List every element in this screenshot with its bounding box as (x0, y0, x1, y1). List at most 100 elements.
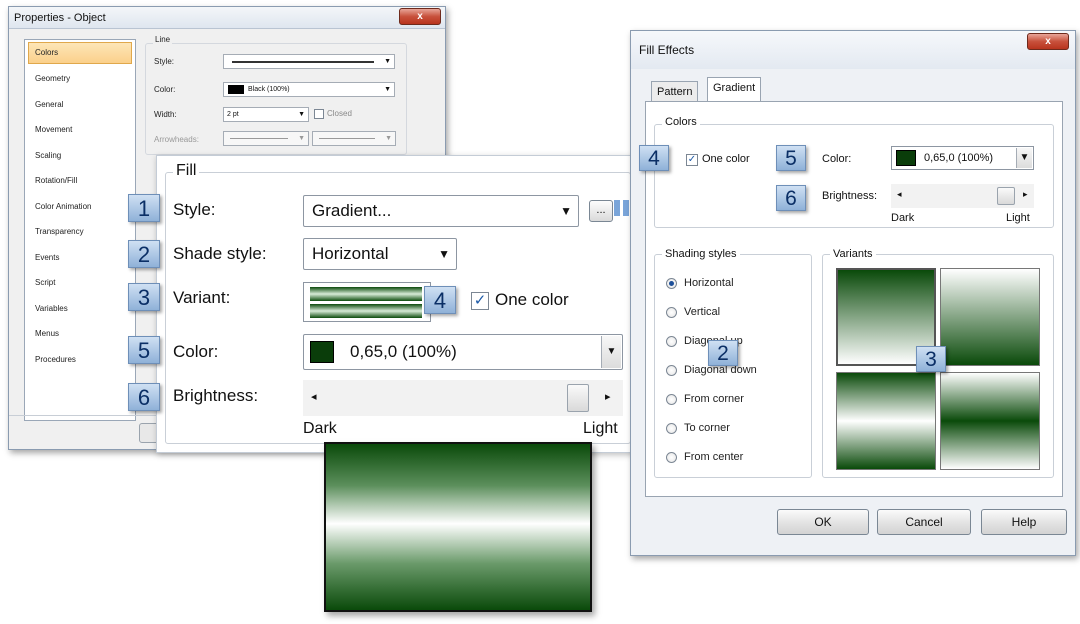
shading-radio-horizontal[interactable] (666, 278, 677, 289)
category-item[interactable]: Movement (25, 117, 135, 143)
category-item[interactable]: Rotation/Fill (25, 168, 135, 194)
line-width-value: 2 pt (227, 111, 239, 118)
shading-radio-to-corner[interactable] (666, 423, 677, 434)
closed-label: Closed (327, 109, 352, 118)
cancel-button[interactable]: Cancel (877, 509, 971, 535)
fill-style-label: Style: (173, 200, 216, 219)
fx-one-color-checkbox[interactable]: ✓ (686, 154, 698, 166)
fill-color-label: Color: (173, 342, 219, 361)
close-icon: x (1045, 36, 1051, 47)
line-color-select[interactable]: Black (100%) ▼ (223, 82, 395, 97)
shading-option: From corner (684, 393, 744, 405)
chevron-down-icon: ▼ (298, 135, 305, 142)
chevron-down-icon: ▼ (384, 58, 391, 65)
shading-radio-diagonal-up[interactable] (666, 336, 677, 347)
fill-color-value: 0,65,0 (100%) (350, 342, 457, 361)
closed-checkbox[interactable] (314, 109, 324, 119)
callout-badge-5: 5 (128, 336, 160, 364)
properties-titlebar: Properties - Object (9, 7, 445, 29)
shade-style-select[interactable]: Horizontal ▼ (303, 238, 457, 270)
variants-group-label: Variants (830, 248, 876, 260)
category-list: Colors Geometry General Movement Scaling… (24, 39, 136, 421)
fx-brightness-label: Brightness: (822, 190, 878, 202)
line-style-select[interactable]: ▼ (223, 54, 395, 69)
chevron-down-icon: ▼ (1016, 148, 1032, 168)
shading-option: Horizontal (684, 277, 734, 289)
fx-callout-badge-3: 3 (916, 346, 946, 372)
category-item[interactable]: Procedures (25, 347, 135, 373)
variant-tile-4[interactable] (940, 372, 1040, 470)
variant-label: Variant: (173, 288, 231, 307)
tab-pattern[interactable]: Pattern (651, 81, 699, 103)
shading-radio-from-center[interactable] (666, 452, 677, 463)
scroll-left-icon[interactable]: ◂ (897, 189, 902, 200)
category-item[interactable]: Colors (28, 42, 132, 64)
variant-tile-2[interactable] (940, 268, 1040, 366)
shading-radio-vertical[interactable] (666, 307, 677, 318)
callout-badge-1: 1 (128, 194, 160, 222)
fill-effects-dialog: Fill Effects x Pattern Gradient Colors ✓… (630, 30, 1076, 556)
tab-gradient[interactable]: Gradient (707, 77, 762, 102)
fx-color-select[interactable]: 0,65,0 (100%) ▼ (891, 146, 1034, 170)
brightness-slider[interactable]: ◂ ▸ (303, 380, 623, 416)
tab-content: Colors ✓ One color Color: 0,65,0 (100%) … (645, 101, 1063, 497)
one-color-checkbox[interactable]: ✓ (471, 292, 489, 310)
category-item[interactable]: Script (25, 270, 135, 296)
shading-radio-diagonal-down[interactable] (666, 365, 677, 376)
arrowheads-label: Arrowheads: (154, 135, 199, 144)
help-button-label: Help (1011, 515, 1037, 529)
fx-callout-badge-6: 6 (776, 185, 806, 211)
arrowhead-start-select[interactable]: ▼ (223, 131, 309, 146)
fx-brightness-thumb[interactable] (997, 187, 1015, 205)
variant-preview-1 (310, 287, 422, 301)
variant-select[interactable] (303, 282, 431, 322)
ellipsis-button[interactable]: ... (589, 200, 613, 222)
shading-option: Vertical (684, 306, 721, 318)
fill-effects-title: Fill Effects (639, 43, 695, 57)
scroll-right-icon[interactable]: ▸ (605, 390, 611, 403)
fill-color-select[interactable]: 0,65,0 (100%) ▼ (303, 334, 623, 370)
fill-effects-titlebar: Fill Effects (631, 31, 1075, 69)
fill-callout-panel: Fill Style: Gradient... ▼ ... Shade styl… (156, 155, 640, 453)
line-style-label: Style: (154, 57, 175, 66)
arrowhead-end-select[interactable]: ▼ (312, 131, 396, 146)
fx-callout-badge-4: 4 (639, 145, 669, 171)
category-item[interactable]: Variables (25, 296, 135, 322)
category-item[interactable]: Menus (25, 321, 135, 347)
scroll-right-icon[interactable]: ▸ (1023, 189, 1028, 200)
properties-close-button[interactable]: x (399, 8, 441, 25)
line-sample (232, 61, 374, 63)
cancel-button-label: Cancel (905, 515, 943, 529)
chevron-down-icon: ▼ (298, 111, 305, 118)
ok-button-label: OK (814, 515, 832, 529)
scroll-left-icon[interactable]: ◂ (311, 390, 317, 403)
category-item[interactable]: General (25, 92, 135, 118)
callout-badge-6: 6 (128, 383, 160, 411)
fx-color-label: Color: (822, 153, 852, 165)
fill-group-label: Fill (173, 162, 200, 180)
category-item[interactable]: Color Animation (25, 194, 135, 220)
ok-button[interactable]: OK (777, 509, 869, 535)
fx-color-value: 0,65,0 (100%) (924, 152, 994, 164)
fill-effects-close-button[interactable]: x (1027, 33, 1069, 50)
shade-style-label: Shade style: (173, 244, 267, 263)
help-button[interactable]: Help (981, 509, 1067, 535)
category-item[interactable]: Transparency (25, 219, 135, 245)
chevron-down-icon: ▼ (560, 204, 572, 218)
fx-brightness-slider[interactable]: ◂ ▸ (891, 184, 1034, 208)
chevron-down-icon: ▼ (385, 135, 392, 142)
colors-group-label: Colors (662, 116, 700, 128)
fx-light-label: Light (1006, 212, 1030, 224)
variant-tile-3[interactable] (836, 372, 936, 470)
chevron-down-icon: ▼ (384, 86, 391, 93)
line-color-label: Color: (154, 85, 176, 94)
category-item[interactable]: Scaling (25, 143, 135, 169)
fill-style-select[interactable]: Gradient... ▼ (303, 195, 579, 227)
line-width-select[interactable]: 2 pt ▼ (223, 107, 309, 122)
category-item[interactable]: Geometry (25, 66, 135, 92)
category-item[interactable]: Events (25, 245, 135, 271)
brightness-thumb[interactable] (567, 384, 589, 412)
ellipsis-label: ... (596, 204, 606, 216)
shading-radio-from-corner[interactable] (666, 394, 677, 405)
line-sample (230, 138, 288, 139)
